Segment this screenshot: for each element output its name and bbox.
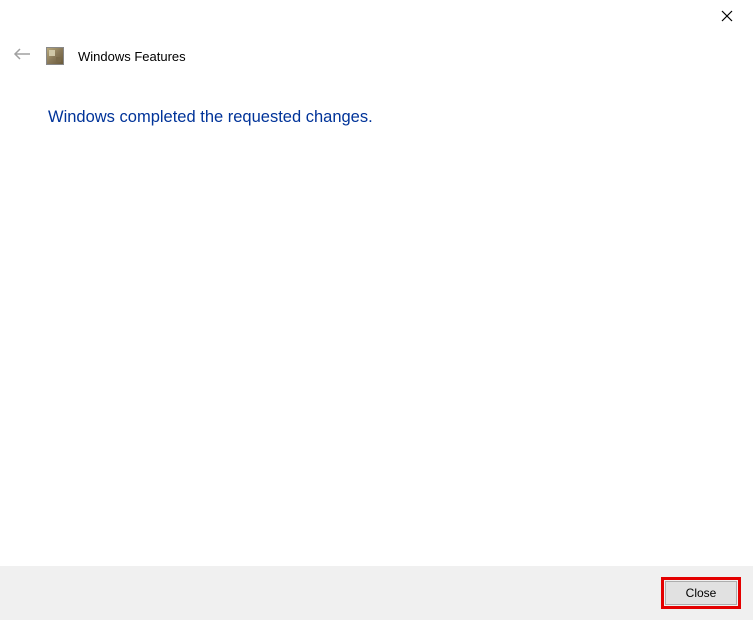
window-title: Windows Features xyxy=(78,49,186,64)
back-button xyxy=(12,46,32,66)
back-arrow-icon xyxy=(13,47,31,66)
close-button-highlight: Close xyxy=(661,577,741,609)
status-message: Windows completed the requested changes. xyxy=(48,108,373,127)
windows-features-icon xyxy=(46,47,64,65)
window-close-button[interactable] xyxy=(719,10,735,26)
close-button[interactable]: Close xyxy=(665,581,737,605)
footer-bar: Close xyxy=(0,566,753,620)
close-icon xyxy=(721,9,733,27)
header-row: Windows Features xyxy=(12,46,186,66)
